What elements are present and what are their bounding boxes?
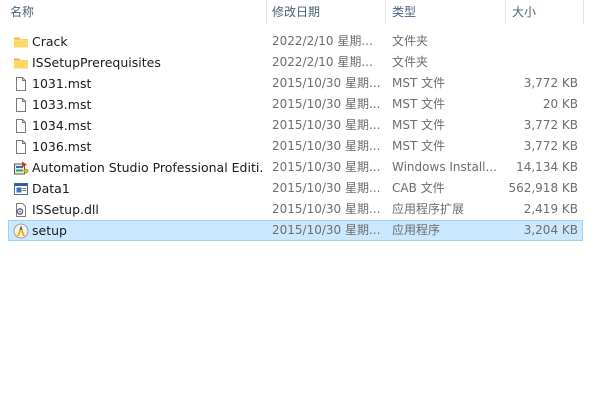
file-row[interactable]: setup 2015/10/30 星期... 应用程序 3,204 KB [8,220,583,241]
file-row[interactable]: Automation Studio Professional Editi... 2… [8,157,583,178]
file-date: 2015/10/30 星期... [272,202,381,216]
file-date: 2015/10/30 星期... [272,118,381,132]
column-divider[interactable] [385,0,386,24]
file-name: 1033.mst [32,97,92,112]
file-type: MST 文件 [392,97,446,111]
column-header-date[interactable]: 修改日期 [272,3,320,21]
file-type: 文件夹 [392,55,429,69]
file-type: Windows Install... [392,160,497,174]
file-name: Automation Studio Professional Editi... [32,160,264,175]
folder-icon [13,55,29,71]
file-name: setup [32,223,67,238]
file-date: 2015/10/30 星期... [272,139,381,153]
file-row[interactable]: 1036.mst 2015/10/30 星期... MST 文件 3,772 KB [8,136,583,157]
file-size: 14,134 KB [516,160,578,174]
file-date: 2022/2/10 星期... [272,34,373,48]
file-size: 3,204 KB [523,223,578,237]
file-date: 2022/2/10 星期... [272,55,373,69]
file-size: 2,419 KB [523,202,578,216]
file-name: Data1 [32,181,70,196]
file-row[interactable]: 1033.mst 2015/10/30 星期... MST 文件 20 KB [8,94,583,115]
file-type: MST 文件 [392,76,446,90]
column-divider[interactable] [266,0,267,24]
sort-chevron-icon: ^ [133,0,140,5]
file-icon [13,139,29,155]
dll-gear-icon [13,202,29,218]
file-type: MST 文件 [392,139,446,153]
file-name: 1034.mst [32,118,92,133]
file-date: 2015/10/30 星期... [272,223,381,237]
file-date: 2015/10/30 星期... [272,97,381,111]
file-name: ISSetupPrerequisites [32,55,161,70]
column-divider[interactable] [583,0,584,24]
file-type: 应用程序 [392,223,441,237]
folder-icon [13,34,29,50]
file-row[interactable]: ISSetup.dll 2015/10/30 星期... 应用程序扩展 2,419 K… [8,199,583,220]
installer-package-icon [13,160,29,176]
file-date: 2015/10/30 星期... [272,160,381,174]
file-row[interactable]: Data1 2015/10/30 星期... CAB 文件 562,918 KB [8,178,583,199]
file-size: 20 KB [542,97,578,111]
file-size: 3,772 KB [523,76,578,90]
column-header-bar: ^ 名称 修改日期 类型 大小 [0,0,603,24]
file-size: 3,772 KB [523,139,578,153]
file-icon [13,118,29,134]
file-date: 2015/10/30 星期... [272,181,381,195]
file-size [505,32,578,51]
file-row[interactable]: 1034.mst 2015/10/30 星期... MST 文件 3,772 KB [8,115,583,136]
file-type: 文件夹 [392,34,429,48]
file-name: 1036.mst [32,139,92,154]
file-size [505,53,578,72]
file-rows: Crack 2022/2/10 星期... 文件夹 ISSetupPrerequis… [8,31,583,241]
file-type: 应用程序扩展 [392,202,465,216]
file-name: Crack [32,34,68,49]
file-type: CAB 文件 [392,181,445,195]
file-name: 1031.mst [32,76,92,91]
column-header-name[interactable]: 名称 [10,3,34,21]
column-divider[interactable] [505,0,506,24]
file-date: 2015/10/30 星期... [272,76,381,90]
file-row[interactable]: 1031.mst 2015/10/30 星期... MST 文件 3,772 KB [8,73,583,94]
column-header-size[interactable]: 大小 [512,3,536,21]
file-icon [13,97,29,113]
cab-archive-icon [13,181,29,197]
setup-app-icon [13,223,29,239]
column-header-type[interactable]: 类型 [392,3,416,21]
file-row[interactable]: ISSetupPrerequisites 2022/2/10 星期... 文件夹 [8,52,583,73]
file-row[interactable]: Crack 2022/2/10 星期... 文件夹 [8,31,583,52]
file-icon [13,76,29,92]
file-size: 3,772 KB [523,118,578,132]
file-type: MST 文件 [392,118,446,132]
file-name: ISSetup.dll [32,202,99,217]
file-size: 562,918 KB [508,181,578,195]
file-list-view: ^ 名称 修改日期 类型 大小 Crack 2022/2/10 星期... 文件夹 … [0,0,603,405]
